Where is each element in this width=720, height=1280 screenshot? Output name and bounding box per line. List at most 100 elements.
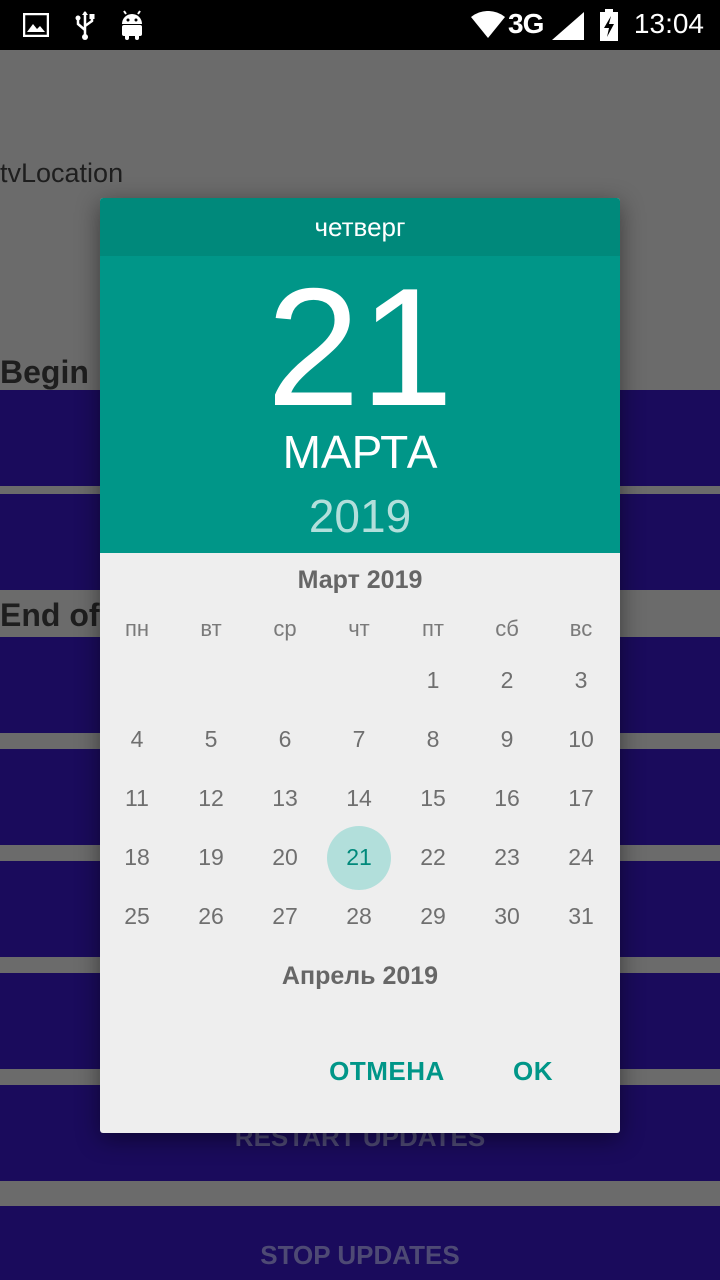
selected-year[interactable]: 2019 <box>100 488 620 544</box>
ok-button[interactable]: OK <box>498 1045 568 1097</box>
status-bar: 3G 13:04 <box>0 0 720 50</box>
calendar-day-number: 18 <box>124 844 150 870</box>
calendar-day[interactable]: 25 <box>100 887 174 946</box>
calendar-day[interactable]: 3 <box>544 651 618 710</box>
calendar-day[interactable]: 5 <box>174 710 248 769</box>
calendar-day-number: 5 <box>204 726 218 752</box>
calendar-day-number: 8 <box>426 726 440 752</box>
calendar-day-number: 11 <box>125 785 149 811</box>
wifi-icon <box>470 10 506 40</box>
calendar-day-number: 6 <box>278 726 292 752</box>
empty-day-cell <box>322 651 396 710</box>
empty-day-cell <box>100 651 174 710</box>
calendar-day[interactable]: 26 <box>174 887 248 946</box>
calendar-day[interactable]: 27 <box>248 887 322 946</box>
cancel-button[interactable]: ОТМЕНА <box>322 1045 452 1097</box>
calendar-day-number: 22 <box>420 844 446 870</box>
stop-updates-button[interactable]: STOP UPDATES <box>0 1206 720 1280</box>
image-icon <box>22 10 50 40</box>
calendar-day-number: 9 <box>500 726 514 752</box>
calendar-day[interactable]: 20 <box>248 828 322 887</box>
calendar-day[interactable]: 17 <box>544 769 618 828</box>
calendar-day[interactable]: 2 <box>470 651 544 710</box>
calendar-day-number: 25 <box>124 903 150 929</box>
calendar-day-selected[interactable]: 21 <box>322 826 396 890</box>
signal-icon <box>550 10 586 40</box>
calendar-day-number: 28 <box>346 903 372 929</box>
calendar-day-number: 17 <box>568 785 594 811</box>
calendar-day[interactable]: 16 <box>470 769 544 828</box>
calendar-day[interactable]: 23 <box>470 828 544 887</box>
calendar-day-number: 2 <box>500 667 514 693</box>
calendar-day[interactable]: 30 <box>470 887 544 946</box>
calendar-day-number: 7 <box>352 726 366 752</box>
calendar-day-number: 21 <box>346 844 372 870</box>
dialog-actions: ОТМЕНА OK <box>100 1045 620 1097</box>
calendar-day[interactable]: 10 <box>544 710 618 769</box>
calendar-day[interactable]: 11 <box>100 769 174 828</box>
calendar-day[interactable]: 8 <box>396 710 470 769</box>
weekday-header: пн вт ср чт пт сб вс <box>100 607 620 651</box>
calendar-day-number: 4 <box>130 726 144 752</box>
calendar-day-number: 20 <box>272 844 298 870</box>
weekday-label: вт <box>200 616 222 641</box>
calendar-day-number: 3 <box>574 667 588 693</box>
date-picker-dialog: четверг 21 МАРТА 2019 Март 2019 пн вт ср чт… <box>100 198 620 1133</box>
calendar-day[interactable]: 22 <box>396 828 470 887</box>
date-header: 21 МАРТА 2019 <box>100 256 620 553</box>
calendar-day[interactable]: 31 <box>544 887 618 946</box>
battery-charging-icon <box>598 9 620 41</box>
empty-day-cell <box>174 651 248 710</box>
day-of-week[interactable]: четверг <box>100 198 620 256</box>
calendar-month-title: Март 2019 <box>297 565 423 594</box>
calendar-day[interactable]: 15 <box>396 769 470 828</box>
end-header: End of <box>0 597 100 633</box>
calendar-day-number: 26 <box>198 903 224 929</box>
weekday-label: пт <box>422 616 444 641</box>
calendar-day[interactable]: 29 <box>396 887 470 946</box>
calendar-day-number: 14 <box>346 785 372 811</box>
calendar-day-number: 27 <box>272 903 298 929</box>
weekday-label: чт <box>348 616 370 641</box>
selected-month[interactable]: МАРТА <box>100 424 620 480</box>
calendar-day-number: 10 <box>568 726 594 752</box>
calendar-day[interactable]: 1 <box>396 651 470 710</box>
calendar-day[interactable]: 12 <box>174 769 248 828</box>
begin-header: Begin <box>0 354 89 390</box>
calendar-day-number: 29 <box>420 903 446 929</box>
calendar-day[interactable]: 14 <box>322 769 396 828</box>
calendar-day-number: 15 <box>420 785 446 811</box>
location-label: tvLocation <box>0 158 124 188</box>
usb-icon <box>72 10 98 40</box>
weekday-label: пн <box>124 616 150 641</box>
calendar-day[interactable]: 28 <box>322 887 396 946</box>
empty-day-cell <box>248 651 322 710</box>
stop-updates-label: STOP UPDATES <box>260 1239 460 1270</box>
calendar-day[interactable]: 19 <box>174 828 248 887</box>
calendar-day[interactable]: 7 <box>322 710 396 769</box>
selected-day-number[interactable]: 21 <box>100 262 620 432</box>
calendar-day-number: 1 <box>426 667 440 693</box>
calendar-day-number: 24 <box>568 844 594 870</box>
weekday-label: вс <box>569 616 593 641</box>
calendar-day-number: 30 <box>494 903 520 929</box>
calendar-grid: 1 2 3 4 5 6 7 8 9 10 11 12 13 14 15 16 17 18 19 20 21 22 23 24 2… <box>100 651 620 946</box>
network-type: 3G <box>508 8 544 39</box>
calendar-day-number: 23 <box>494 844 520 870</box>
calendar-day-number: 12 <box>198 785 224 811</box>
calendar-day-number: 16 <box>494 785 520 811</box>
next-month-title: Апрель 2019 <box>281 961 439 990</box>
calendar-day-number: 13 <box>272 785 298 811</box>
calendar-day-number: 31 <box>568 903 594 929</box>
weekday-label: сб <box>495 616 519 641</box>
calendar-day[interactable]: 4 <box>100 710 174 769</box>
android-icon <box>118 10 146 40</box>
clock: 13:04 <box>633 8 704 39</box>
calendar-day-number: 19 <box>198 844 224 870</box>
weekday-label: ср <box>273 616 297 641</box>
calendar-day[interactable]: 18 <box>100 828 174 887</box>
calendar-day[interactable]: 13 <box>248 769 322 828</box>
calendar-day[interactable]: 9 <box>470 710 544 769</box>
calendar-day[interactable]: 6 <box>248 710 322 769</box>
calendar-day[interactable]: 24 <box>544 828 618 887</box>
